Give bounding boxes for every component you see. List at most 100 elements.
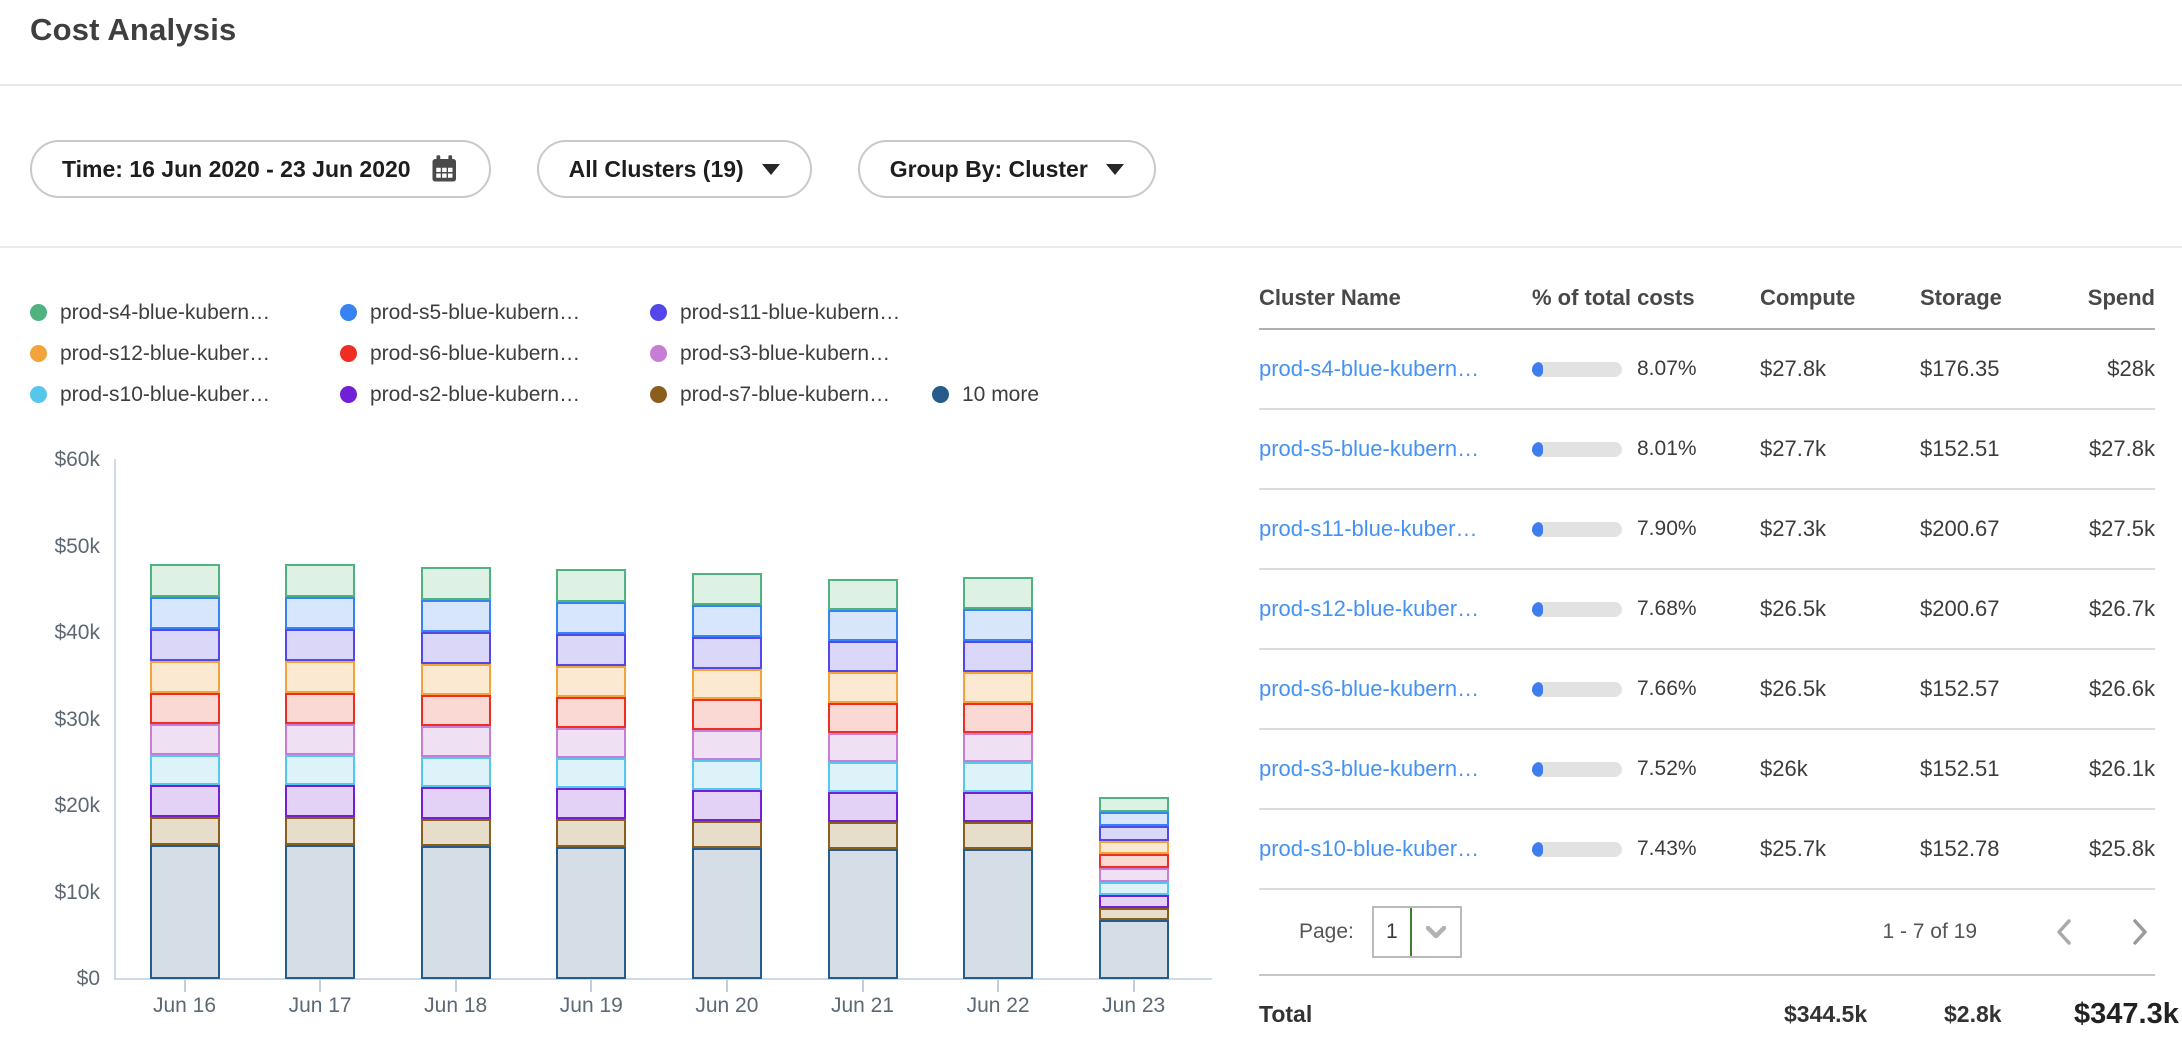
bar-segment[interactable] (828, 579, 898, 611)
bar-segment[interactable] (556, 569, 626, 601)
stacked-bar-jun-23[interactable] (1099, 797, 1169, 979)
bar-segment[interactable] (285, 693, 355, 725)
bar-segment[interactable] (150, 597, 220, 629)
bar-segment[interactable] (1099, 868, 1169, 881)
bar-segment[interactable] (692, 848, 762, 979)
bar-segment[interactable] (421, 695, 491, 726)
bar-segment[interactable] (1099, 882, 1169, 895)
bar-segment[interactable] (150, 817, 220, 845)
bar-segment[interactable] (150, 724, 220, 754)
bar-segment[interactable] (963, 822, 1033, 849)
bar-segment[interactable] (963, 792, 1033, 823)
bar-segment[interactable] (421, 819, 491, 846)
bar-segment[interactable] (150, 785, 220, 817)
legend-item-5[interactable]: prod-s6-blue-kubern… (340, 333, 650, 374)
bar-segment[interactable] (556, 602, 626, 634)
time-range-filter-button[interactable]: Time: 16 Jun 2020 - 23 Jun 2020 (30, 140, 491, 198)
cluster-name-link[interactable]: prod-s3-blue-kubern… (1259, 756, 1532, 782)
bar-segment[interactable] (421, 632, 491, 664)
group-by-dropdown[interactable]: Group By: Cluster (858, 140, 1156, 198)
bar-segment[interactable] (1099, 812, 1169, 826)
bar-segment[interactable] (285, 845, 355, 979)
legend-item-2[interactable]: prod-s5-blue-kubern… (340, 292, 650, 333)
bar-segment[interactable] (963, 703, 1033, 733)
stacked-bar-jun-22[interactable] (963, 577, 1033, 979)
cluster-name-link[interactable]: prod-s5-blue-kubern… (1259, 436, 1532, 462)
cluster-name-link[interactable]: prod-s11-blue-kuber… (1259, 516, 1532, 542)
stacked-bar-jun-17[interactable] (285, 564, 355, 979)
bar-segment[interactable] (963, 641, 1033, 672)
stacked-bar-jun-21[interactable] (828, 579, 898, 979)
bar-segment[interactable] (963, 762, 1033, 791)
bar-segment[interactable] (692, 699, 762, 730)
stacked-bar-jun-16[interactable] (150, 564, 220, 979)
bar-segment[interactable] (150, 661, 220, 693)
bar-segment[interactable] (556, 634, 626, 666)
bar-segment[interactable] (828, 849, 898, 979)
bar-segment[interactable] (963, 672, 1033, 703)
cluster-name-link[interactable]: prod-s4-blue-kubern… (1259, 356, 1532, 382)
prev-page-button[interactable] (2055, 918, 2073, 946)
cluster-name-link[interactable]: prod-s12-blue-kuber… (1259, 596, 1532, 622)
bar-segment[interactable] (150, 693, 220, 725)
bar-segment[interactable] (556, 788, 626, 820)
bar-segment[interactable] (285, 755, 355, 786)
bar-segment[interactable] (1099, 826, 1169, 840)
bar-segment[interactable] (1099, 841, 1169, 855)
bar-segment[interactable] (1099, 920, 1169, 979)
bar-segment[interactable] (285, 597, 355, 629)
bar-segment[interactable] (556, 666, 626, 697)
bar-segment[interactable] (692, 760, 762, 790)
bar-segment[interactable] (828, 733, 898, 762)
bar-segment[interactable] (828, 822, 898, 849)
bar-segment[interactable] (692, 790, 762, 821)
bar-segment[interactable] (1099, 797, 1169, 812)
legend-item-10[interactable]: 10 more (932, 374, 1039, 415)
legend-item-4[interactable]: prod-s12-blue-kuber… (30, 333, 340, 374)
bar-segment[interactable] (556, 697, 626, 728)
bar-segment[interactable] (556, 819, 626, 846)
stacked-bar-jun-19[interactable] (556, 569, 626, 979)
bar-segment[interactable] (1099, 895, 1169, 908)
cluster-name-link[interactable]: prod-s10-blue-kuber… (1259, 836, 1532, 862)
next-page-button[interactable] (2131, 918, 2149, 946)
bar-segment[interactable] (421, 567, 491, 599)
bar-segment[interactable] (1099, 908, 1169, 920)
bar-segment[interactable] (828, 610, 898, 641)
cluster-name-link[interactable]: prod-s6-blue-kubern… (1259, 676, 1532, 702)
bar-segment[interactable] (963, 733, 1033, 762)
bar-segment[interactable] (421, 846, 491, 979)
bar-segment[interactable] (556, 847, 626, 979)
legend-item-7[interactable]: prod-s10-blue-kuber… (30, 374, 340, 415)
legend-item-3[interactable]: prod-s11-blue-kubern… (650, 292, 1080, 333)
bar-segment[interactable] (150, 629, 220, 661)
bar-segment[interactable] (828, 672, 898, 702)
bar-segment[interactable] (150, 755, 220, 786)
legend-item-1[interactable]: prod-s4-blue-kubern… (30, 292, 340, 333)
page-select[interactable]: 1 (1372, 906, 1462, 958)
bar-segment[interactable] (828, 703, 898, 733)
bar-segment[interactable] (285, 785, 355, 817)
bar-segment[interactable] (285, 724, 355, 754)
legend-item-6[interactable]: prod-s3-blue-kubern… (650, 333, 1080, 374)
bar-segment[interactable] (692, 730, 762, 760)
bar-segment[interactable] (421, 787, 491, 819)
bar-segment[interactable] (963, 577, 1033, 609)
bar-segment[interactable] (828, 762, 898, 791)
bar-segment[interactable] (692, 669, 762, 700)
bar-segment[interactable] (421, 757, 491, 787)
bar-segment[interactable] (285, 564, 355, 597)
bar-segment[interactable] (556, 758, 626, 788)
bar-segment[interactable] (150, 564, 220, 597)
bar-segment[interactable] (150, 845, 220, 979)
bar-segment[interactable] (692, 637, 762, 669)
bar-segment[interactable] (963, 609, 1033, 641)
stacked-bar-jun-18[interactable] (421, 567, 491, 979)
bar-segment[interactable] (556, 728, 626, 758)
bar-segment[interactable] (1099, 854, 1169, 868)
stacked-bar-jun-20[interactable] (692, 573, 762, 979)
legend-item-8[interactable]: prod-s2-blue-kubern… (340, 374, 650, 415)
bar-segment[interactable] (963, 849, 1033, 979)
bar-segment[interactable] (828, 792, 898, 823)
bar-segment[interactable] (285, 661, 355, 693)
